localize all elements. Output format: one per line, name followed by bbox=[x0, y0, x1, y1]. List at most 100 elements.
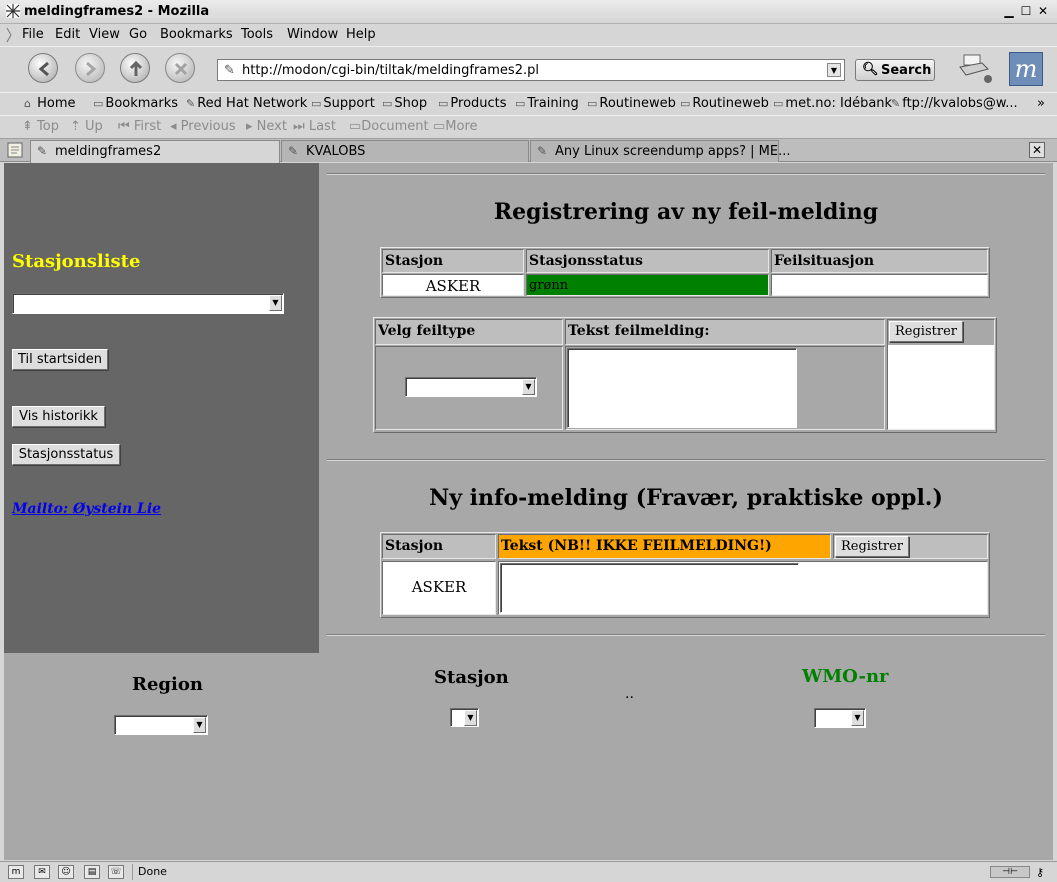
history-button[interactable]: Vis historikk bbox=[12, 406, 105, 427]
bookmark-products[interactable]: ▭ Products bbox=[438, 96, 507, 111]
folder-icon: ▭ bbox=[773, 97, 784, 110]
bookmark-support[interactable]: ▭ Support bbox=[311, 96, 375, 111]
sitenav-label: More bbox=[445, 119, 478, 134]
maximize-button[interactable]: ☐ bbox=[1019, 4, 1033, 18]
menu-view[interactable]: View bbox=[89, 27, 120, 42]
sitenav-label: Top bbox=[37, 119, 59, 134]
menu-go[interactable]: Go bbox=[129, 27, 147, 42]
start-page-button[interactable]: Til startsiden bbox=[12, 349, 108, 370]
sitenav-document[interactable]: ▭Document bbox=[349, 119, 429, 134]
composer-icon[interactable]: ▤ bbox=[84, 865, 100, 879]
wmo-label: WMO-nr bbox=[802, 666, 889, 687]
minimize-button[interactable]: ▁ bbox=[1002, 4, 1016, 18]
bookmark-routineweb-2[interactable]: ▭ Routineweb bbox=[680, 96, 769, 111]
close-window-button[interactable]: ✕ bbox=[1036, 4, 1050, 18]
forward-button[interactable] bbox=[75, 53, 105, 83]
forward-arrow-icon bbox=[86, 61, 97, 77]
personal-toolbar: ⌂ Home ▭ Bookmarks ✎ Red Hat Network ▭ Supp… bbox=[0, 92, 1057, 114]
reload-button[interactable] bbox=[120, 53, 150, 83]
sitenav-label: Previous bbox=[180, 119, 236, 134]
stop-icon bbox=[174, 62, 188, 76]
folder-icon: ▭ bbox=[311, 97, 322, 110]
sitenav-top[interactable]: ⇞ Top bbox=[22, 119, 59, 134]
right-frame: Registrering av ny feil-melding Stasjon … bbox=[319, 163, 1053, 653]
mailto-link[interactable]: Mailto: Øystein Lie bbox=[12, 501, 161, 517]
search-button[interactable]: 🔍︎ Search bbox=[855, 59, 935, 81]
toolbar-overflow-chevron[interactable]: » bbox=[1037, 96, 1045, 111]
url-text[interactable]: http://modon/cgi-bin/tiltak/meldingframe… bbox=[242, 63, 539, 78]
security-lock-icon[interactable]: ⚷ bbox=[1036, 866, 1044, 879]
bookmark-bookmarks[interactable]: ▭ Bookmarks bbox=[93, 96, 178, 111]
menu-help[interactable]: Help bbox=[346, 27, 376, 42]
folder-icon: ▭ bbox=[515, 97, 526, 110]
bookmark-label: Products bbox=[450, 96, 507, 111]
error-text-textarea[interactable] bbox=[567, 348, 797, 428]
address-book-icon[interactable]: ☏ bbox=[108, 865, 124, 879]
page-content: Stasjonsliste ▼ Til startsiden Vis histo… bbox=[4, 163, 1053, 860]
header-error-situation: Feilsituasjon bbox=[771, 249, 988, 273]
header-station-status: Stasjonsstatus bbox=[526, 249, 769, 273]
folder-icon: ▭ bbox=[680, 97, 691, 110]
sitenav-previous[interactable]: ◂ Previous bbox=[170, 119, 236, 134]
tab-kvalobs[interactable]: ✎ KVALOBS bbox=[281, 140, 529, 162]
error-section-heading: Registrering av ny feil-melding bbox=[493, 199, 879, 225]
left-frame: Stasjonsliste ▼ Til startsiden Vis histo… bbox=[4, 163, 319, 653]
mozilla-logo-icon[interactable]: m bbox=[1009, 52, 1043, 86]
wmo-select[interactable]: ▼ bbox=[814, 708, 866, 728]
mozilla-icon[interactable]: m bbox=[8, 865, 24, 879]
chevron-down-icon: ▼ bbox=[193, 717, 206, 733]
station-status-cell: grønn bbox=[526, 274, 769, 296]
register-error-button[interactable]: Registrer bbox=[889, 321, 963, 342]
bookmark-ftp[interactable]: ✎ ftp://kvalobs@w... bbox=[891, 96, 1018, 111]
bookmark-routineweb-1[interactable]: ▭ Routineweb bbox=[587, 96, 676, 111]
page-icon: ✎ bbox=[37, 144, 48, 158]
bookmark-shop[interactable]: ▭ Shop bbox=[382, 96, 427, 111]
register-info-button[interactable]: Registrer bbox=[835, 536, 909, 557]
station-status-button[interactable]: Stasjonsstatus bbox=[12, 444, 120, 465]
status-bar: m ✉ ☺ ▤ ☏ Done ⊣⊢ ⚷ bbox=[0, 861, 1057, 882]
sitenav-up[interactable]: ⇡ Up bbox=[70, 119, 103, 134]
folder-icon: ▭ bbox=[382, 97, 393, 110]
info-station-name-cell: ASKER bbox=[382, 561, 496, 615]
bookmark-training[interactable]: ▭ Training bbox=[515, 96, 579, 111]
sitenav-first[interactable]: ⏮ First bbox=[118, 119, 161, 134]
status-text: Done bbox=[138, 865, 167, 878]
region-select[interactable]: ▼ bbox=[114, 715, 208, 735]
sitenav-next[interactable]: ▸ Next bbox=[246, 119, 287, 134]
bookmark-label: Support bbox=[323, 96, 375, 111]
register-cell: Registrer bbox=[887, 319, 995, 430]
back-button[interactable] bbox=[28, 53, 58, 83]
sitenav-more[interactable]: ▭More bbox=[433, 119, 478, 134]
tab-linux-screendump[interactable]: ✎ Any Linux screendump apps? | ME... bbox=[530, 140, 791, 162]
stasjonsliste-heading: Stasjonsliste bbox=[12, 251, 141, 272]
print-icon[interactable] bbox=[958, 53, 994, 85]
toolbar-grip-icon[interactable] bbox=[4, 26, 14, 44]
sitenav-label: Last bbox=[308, 119, 336, 134]
mail-icon[interactable]: ✉ bbox=[34, 865, 50, 879]
sitenav-last[interactable]: ⏭ Last bbox=[293, 119, 336, 134]
menu-window[interactable]: Window bbox=[287, 27, 338, 42]
stop-button[interactable] bbox=[165, 53, 195, 83]
chat-icon[interactable]: ☺ bbox=[58, 865, 74, 879]
url-bar[interactable]: ✎ http://modon/cgi-bin/tiltak/meldingfra… bbox=[217, 59, 845, 81]
bookmark-red-hat-network[interactable]: ✎ Red Hat Network bbox=[186, 96, 307, 111]
menu-bookmarks[interactable]: Bookmarks bbox=[160, 27, 233, 42]
bookmark-home[interactable]: ⌂ Home bbox=[24, 96, 76, 111]
info-register-cell: Registrer bbox=[833, 534, 988, 559]
info-text-textarea[interactable] bbox=[500, 563, 799, 613]
bookmark-idebank[interactable]: ▭ met.no: Idébank bbox=[773, 96, 892, 111]
close-tab-icon[interactable]: ✕ bbox=[1029, 142, 1045, 158]
link-icon: ✎ bbox=[891, 97, 901, 110]
menu-tools[interactable]: Tools bbox=[241, 27, 273, 42]
error-type-select[interactable]: ▼ bbox=[405, 377, 537, 397]
new-tab-icon[interactable] bbox=[7, 142, 23, 158]
link-icon: ✎ bbox=[186, 97, 196, 110]
status-separator bbox=[132, 864, 133, 880]
menu-edit[interactable]: Edit bbox=[55, 27, 80, 42]
menu-file[interactable]: File bbox=[22, 27, 44, 42]
bookmark-label: met.no: Idébank bbox=[785, 96, 893, 111]
stasjon-select[interactable]: ▼ bbox=[450, 708, 479, 727]
url-dropdown-icon[interactable]: ▼ bbox=[827, 63, 841, 77]
tab-meldingframes2[interactable]: ✎ meldingframes2 bbox=[30, 140, 280, 163]
station-list-select[interactable]: ▼ bbox=[12, 293, 284, 314]
